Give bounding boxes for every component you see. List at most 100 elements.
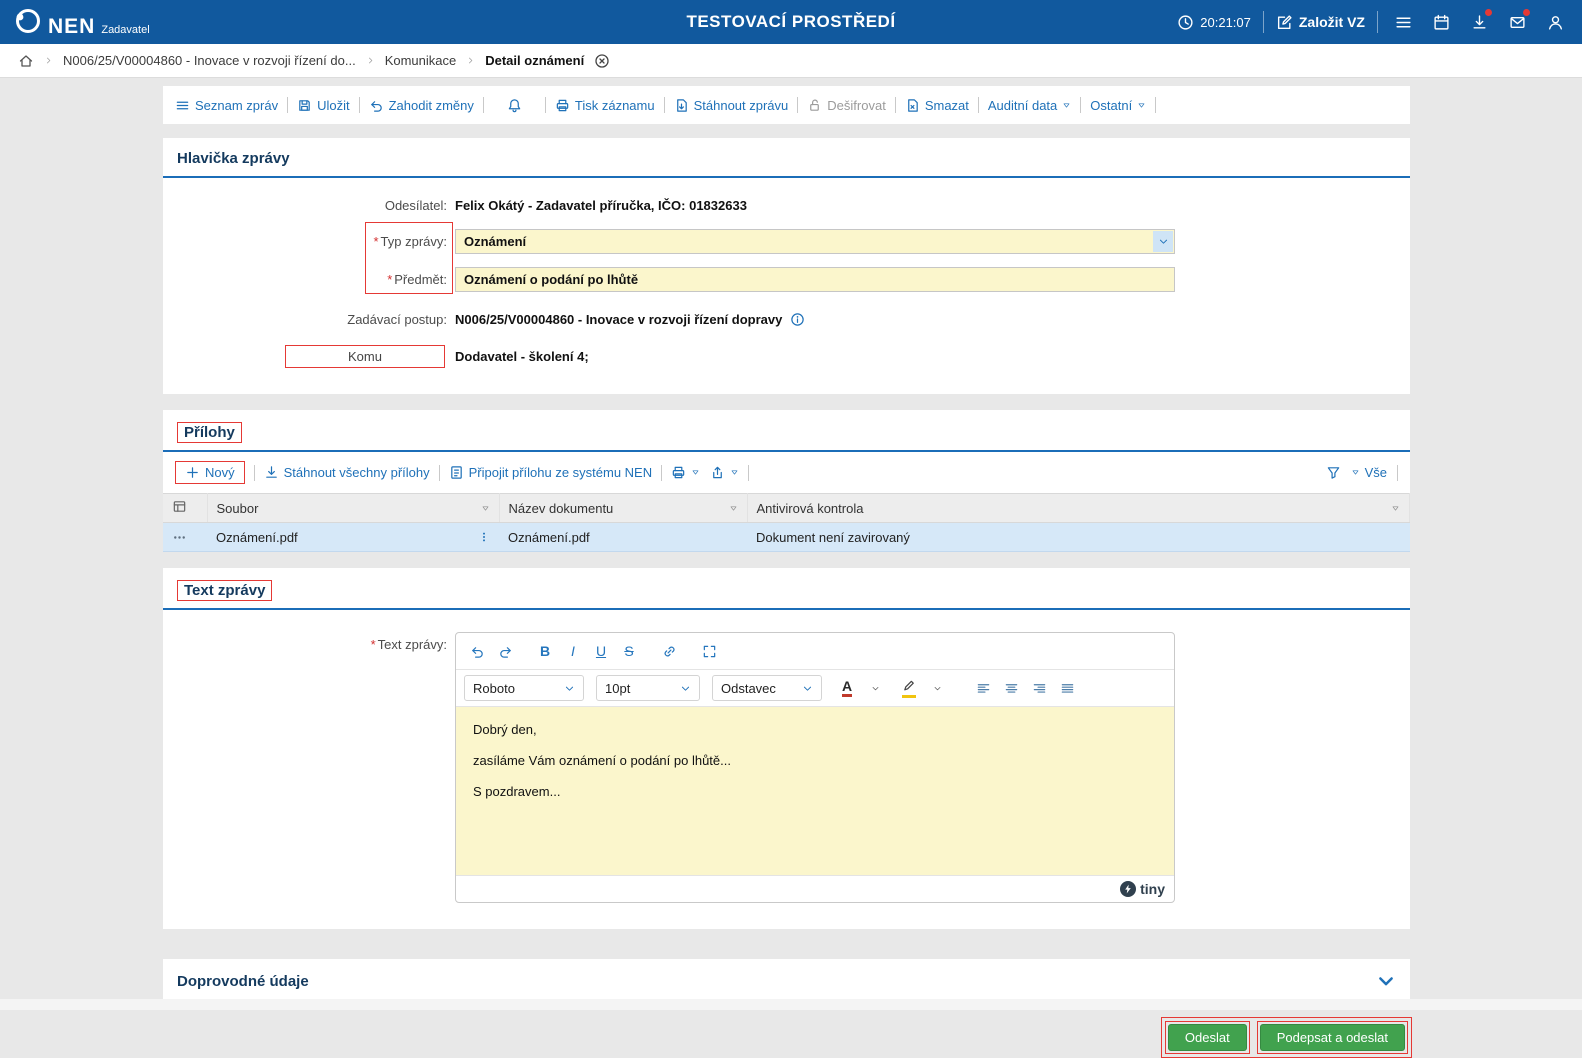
breadcrumb-item-procedure[interactable]: N006/25/V00004860 - Inovace v rozvoji ří… — [63, 53, 356, 68]
messages-button[interactable] — [1504, 9, 1530, 35]
desifrovat-button[interactable]: Dešifrovat — [807, 98, 886, 113]
column-filter-icon[interactable] — [481, 504, 490, 513]
predmet-input[interactable]: Oznámení o podání po lhůtě — [455, 266, 1175, 292]
text-color-menu-button[interactable] — [862, 675, 888, 701]
export-attachments-button[interactable] — [710, 465, 739, 480]
podepsat-a-odeslat-button[interactable]: Podepsat a odeslat — [1259, 1024, 1405, 1051]
auditni-data-label: Auditní data — [987, 97, 1058, 113]
novy-button[interactable]: Nový — [185, 465, 235, 480]
editor-toolbar-row1: B I U S — [456, 633, 1174, 670]
fullscreen-icon — [702, 644, 717, 659]
main-menu-button[interactable] — [1390, 9, 1416, 35]
attachments-table: Soubor Název dokumentu Antivirová kontro… — [163, 493, 1410, 552]
user-profile-button[interactable] — [1542, 9, 1568, 35]
select-chevron-button[interactable] — [1153, 230, 1173, 252]
pripojit-prilohu-button[interactable]: Připojit přílohu ze systému NEN — [449, 465, 652, 480]
filter-button[interactable] — [1326, 465, 1341, 480]
block-format-select[interactable]: Odstavec — [712, 675, 822, 701]
align-right-button[interactable] — [1026, 675, 1052, 701]
editor-content-area[interactable]: Dobrý den, zasíláme Vám oznámení o podán… — [456, 707, 1174, 875]
italic-button[interactable]: I — [560, 638, 586, 664]
row-menu-dots-icon[interactable] — [172, 530, 187, 545]
toolbar-divider — [253, 464, 255, 481]
section-hlavicka-zpravy: Hlavička zprávy Odesílatel: Felix Okátý … — [163, 138, 1410, 394]
downloads-button[interactable] — [1466, 9, 1492, 35]
field-text-zpravy: * Text zprávy: B I U S Roboto 10pt Odsta… — [163, 632, 1410, 903]
font-size-select[interactable]: 10pt — [596, 675, 700, 701]
stahnout-zpravu-button[interactable]: Stáhnout zprávu — [674, 98, 788, 113]
odeslat-button[interactable]: Odeslat — [1167, 1024, 1247, 1051]
environment-title: TESTOVACÍ PROSTŘEDÍ — [686, 12, 896, 31]
column-header-nazev[interactable]: Název dokumentu — [499, 493, 748, 523]
column-header-icon[interactable] — [163, 493, 208, 523]
calendar-button[interactable] — [1428, 9, 1454, 35]
font-size-value: 10pt — [605, 680, 631, 696]
home-button[interactable] — [18, 53, 34, 69]
create-vz-button[interactable]: Založit VZ — [1276, 14, 1365, 31]
drag-handle-icon[interactable] — [478, 531, 490, 543]
horizontal-scrollbar[interactable] — [0, 999, 1582, 1010]
tisk-zaznamu-button[interactable]: Tisk záznamu — [555, 98, 655, 113]
align-right-icon — [1032, 681, 1047, 696]
seznam-zprav-button[interactable]: Seznam zpráv — [175, 98, 278, 113]
dropdown-triangle-icon — [933, 684, 942, 693]
toolbar-divider — [894, 97, 896, 113]
zadavaci-postup-value: N006/25/V00004860 - Inovace v rozvoji ří… — [455, 311, 783, 327]
column-filter-icon[interactable] — [1391, 504, 1400, 513]
vse-filter-button[interactable]: Vše — [1351, 465, 1387, 480]
odesilatel-value: Felix Okátý - Zadavatel příručka, IČO: 0… — [455, 197, 747, 213]
ulozit-button[interactable]: Uložit — [297, 98, 350, 113]
highlight-color-menu-button[interactable] — [924, 675, 950, 701]
notifications-button[interactable] — [507, 98, 522, 113]
text-zpravy-label: * Text zprávy: — [370, 637, 447, 652]
align-center-button[interactable] — [998, 675, 1024, 701]
undo-icon — [369, 98, 384, 113]
align-justify-button[interactable] — [1054, 675, 1080, 701]
print-attachments-button[interactable] — [671, 465, 700, 480]
info-button[interactable] — [790, 312, 805, 327]
field-odesilatel: Odesílatel: Felix Okátý - Zadavatel přír… — [163, 194, 1410, 216]
messages-badge — [1523, 9, 1530, 16]
fullscreen-button[interactable] — [696, 638, 722, 664]
close-tab-button[interactable] — [594, 53, 610, 69]
annotation-box-odeslat: Odeslat — [1164, 1021, 1250, 1054]
field-zadavaci-postup: Zadávací postup: N006/25/V00004860 - Ino… — [163, 308, 1410, 330]
typ-zpravy-select[interactable]: Oznámení — [455, 228, 1175, 254]
expand-section-button[interactable] — [1376, 971, 1396, 991]
redo-icon — [498, 644, 513, 659]
vse-label: Vše — [1364, 465, 1387, 480]
zahodit-zmeny-button[interactable]: Zahodit změny — [369, 98, 474, 113]
ostatni-button[interactable]: Ostatní — [1090, 98, 1146, 113]
undo-button[interactable] — [464, 638, 490, 664]
column-header-antivir[interactable]: Antivirová kontrola — [747, 493, 1410, 523]
chevron-down-icon — [1158, 236, 1169, 247]
attachment-row[interactable]: Oznámení.pdf Oznámení.pdf Dokument není … — [163, 522, 1410, 552]
brand-name: NEN — [48, 15, 96, 38]
breadcrumb: N006/25/V00004860 - Inovace v rozvoji ří… — [0, 44, 1582, 78]
text-color-button[interactable]: A — [834, 675, 860, 701]
column-filter-icon[interactable] — [729, 504, 738, 513]
highlight-color-button[interactable] — [896, 675, 922, 701]
link-icon — [662, 644, 677, 659]
smazat-button[interactable]: Smazat — [905, 98, 969, 113]
smazat-label: Smazat — [924, 97, 969, 113]
dropdown-triangle-icon — [871, 684, 880, 693]
align-left-button[interactable] — [970, 675, 996, 701]
predmet-value: Oznámení o podání po lhůtě — [464, 271, 639, 287]
auditni-data-button[interactable]: Auditní data — [988, 98, 1071, 113]
font-family-select[interactable]: Roboto — [464, 675, 584, 701]
breadcrumb-item-komunikace[interactable]: Komunikace — [385, 53, 457, 68]
column-header-soubor[interactable]: Soubor — [207, 493, 500, 523]
insert-link-button[interactable] — [656, 638, 682, 664]
row-menu-cell[interactable] — [163, 522, 207, 552]
breadcrumb-item-detail[interactable]: Detail oznámení — [485, 53, 584, 68]
list-icon — [175, 98, 190, 113]
bold-button[interactable]: B — [532, 638, 558, 664]
redo-button[interactable] — [492, 638, 518, 664]
strikethrough-button[interactable]: S — [616, 638, 642, 664]
toolbar-divider — [544, 97, 546, 113]
stahnout-vsechny-button[interactable]: Stáhnout všechny přílohy — [264, 465, 430, 480]
printer-icon — [671, 465, 686, 480]
plus-icon — [185, 465, 200, 480]
underline-button[interactable]: U — [588, 638, 614, 664]
